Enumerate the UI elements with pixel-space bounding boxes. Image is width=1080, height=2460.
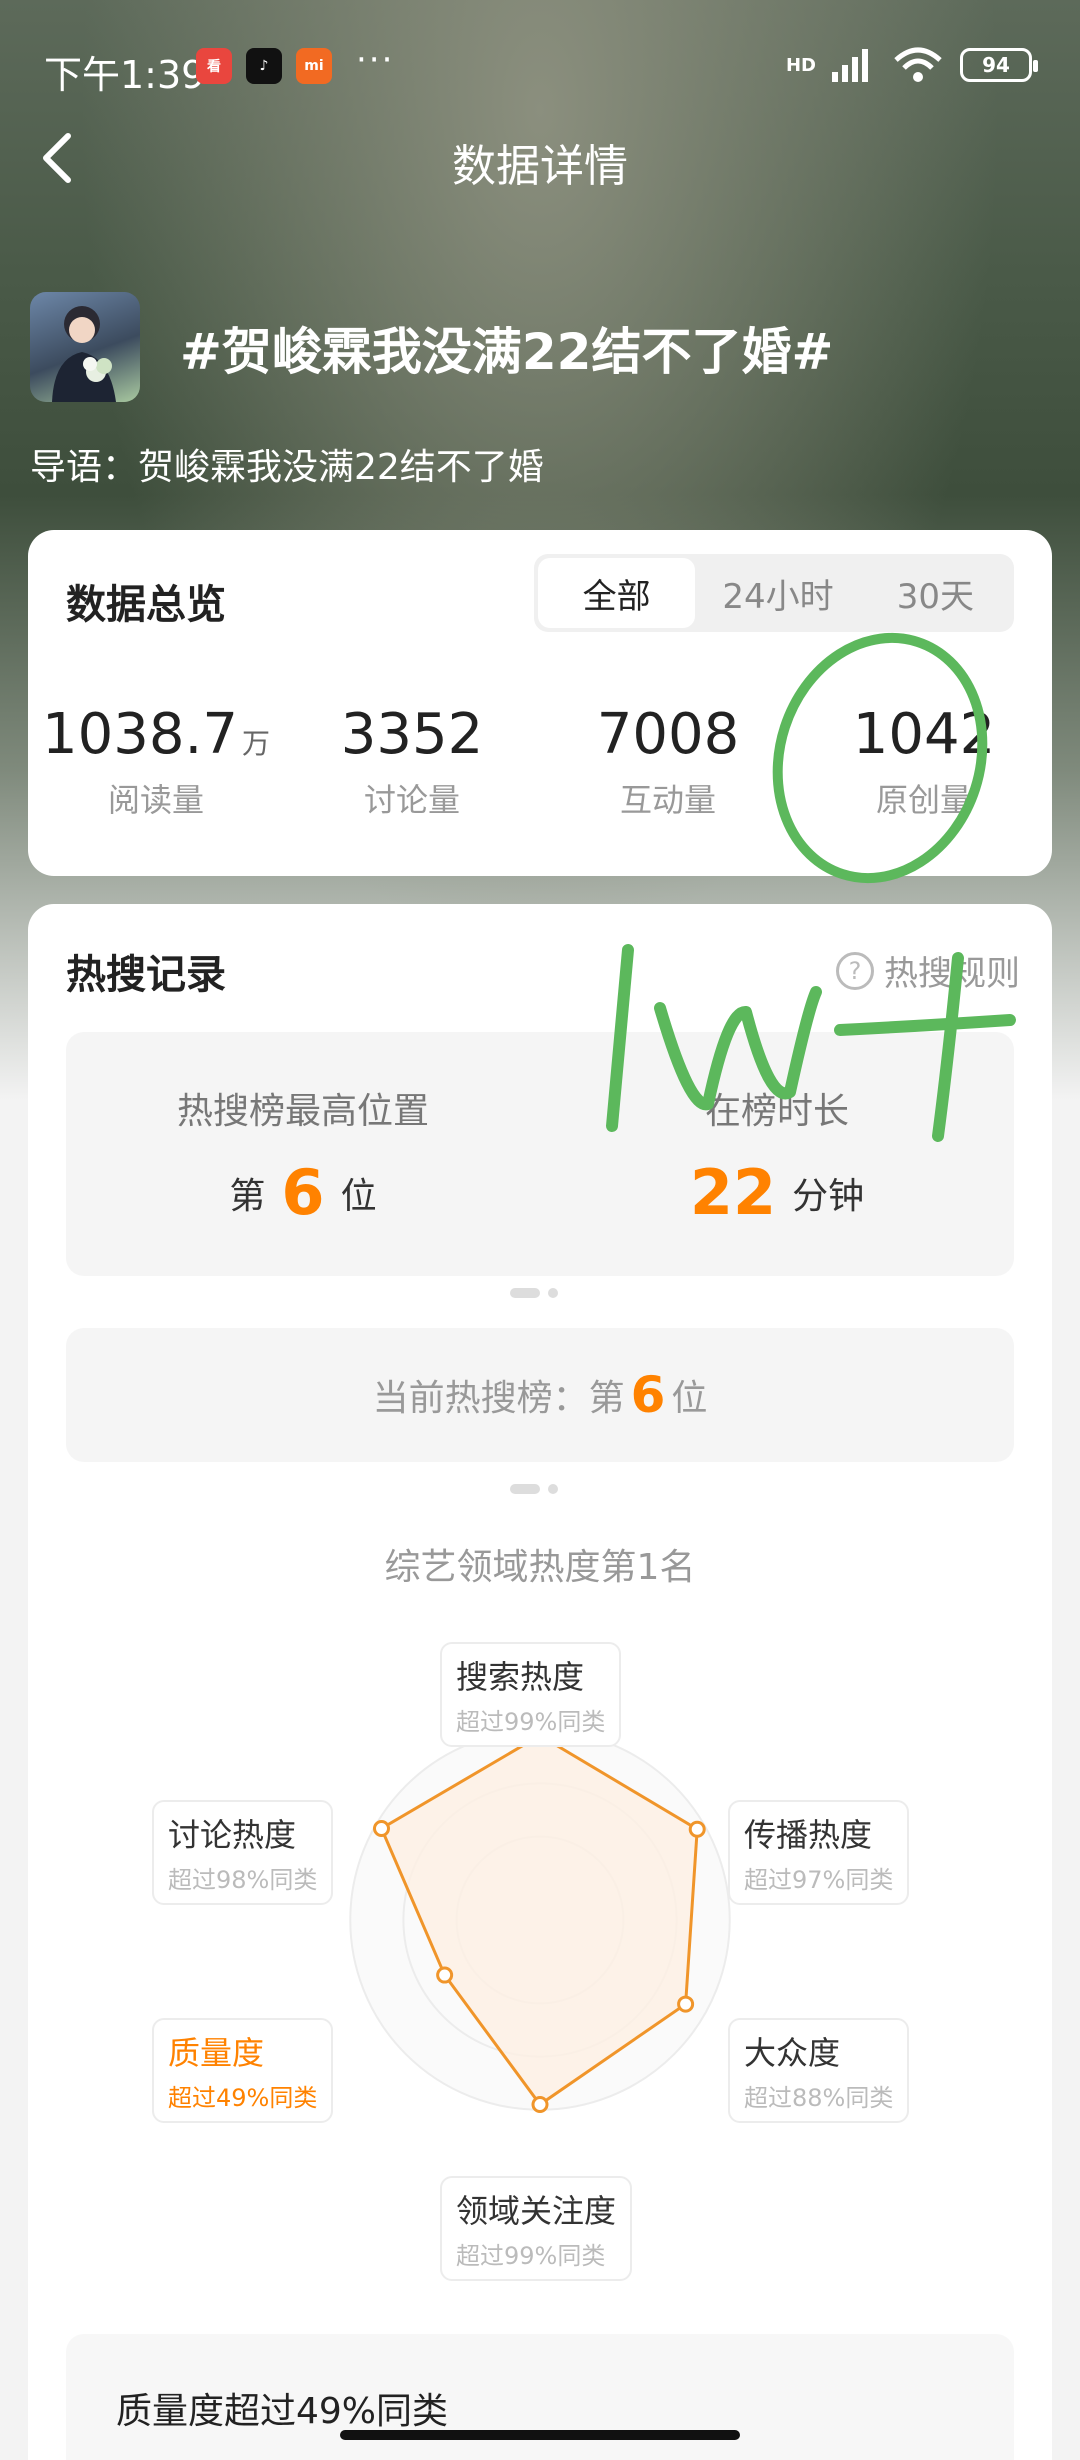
rank-suffix: 位 xyxy=(340,1176,377,1217)
current-suffix: 位 xyxy=(671,1378,708,1419)
stat-reads: 1038.7 万 阅读量 xyxy=(28,702,284,821)
topic-title: #贺峻霖我没满22结不了婚# xyxy=(180,323,834,381)
wifi-icon xyxy=(894,47,942,82)
radar-tag-mass: 大众度 超过88%同类 xyxy=(728,2018,910,2123)
radar-tag-quality: 质量度 超过49%同类 xyxy=(152,2018,334,2123)
radar-point xyxy=(436,1966,454,1984)
hot-search-rule-link[interactable]: ? 热搜规则 xyxy=(836,946,1020,995)
question-icon: ? xyxy=(836,951,874,990)
hot-search-card: 热搜记录 ? 热搜规则 热搜榜最高位置 第6位 在榜时长 22 分钟 当前热搜榜：… xyxy=(28,904,1052,2460)
radar-tag-spread: 传播热度 超过97%同类 xyxy=(728,1800,910,1905)
time-range-tabs: 全部 24小时 30天 xyxy=(534,554,1014,632)
on-list-duration: 在榜时长 22 分钟 xyxy=(540,1082,1014,1229)
domain-rank: 综艺领域热度第1名 xyxy=(384,1547,696,1588)
dimension-name: 传播热度 xyxy=(744,1816,873,1854)
overview-card: 数据总览 全部 24小时 30天 1038.7 万 阅读量 3352 讨论量 70… xyxy=(28,530,1052,876)
current-prefix: 当前热搜榜：第 xyxy=(372,1378,625,1419)
stat-label: 阅读量 xyxy=(107,781,204,819)
pager-dots xyxy=(510,1484,558,1494)
status-time: 下午1:39 xyxy=(44,53,206,97)
radar-point xyxy=(688,1820,706,1838)
more-notifications-icon: ··· xyxy=(356,40,395,80)
stat-discussions: 3352 讨论量 xyxy=(284,702,540,821)
current-rank-box[interactable]: 当前热搜榜：第 6 位 xyxy=(66,1328,1014,1462)
tab-all[interactable]: 全部 xyxy=(538,558,696,628)
mi-icon: mi xyxy=(296,48,332,84)
quality-summary: 质量度超过49%同类 xyxy=(116,2391,449,2432)
signal-icon xyxy=(832,49,868,82)
status-right: HD 94 xyxy=(785,46,1038,84)
tiktok-icon: ♪ xyxy=(246,48,282,84)
battery-level: 94 xyxy=(982,53,1010,77)
rank-summary-box[interactable]: 热搜榜最高位置 第6位 在榜时长 22 分钟 xyxy=(66,1032,1014,1276)
page-title: 数据详情 xyxy=(452,141,628,192)
radar-chart: 搜索热度 超过99%同类 传播热度 超过97%同类 大众度 超过88%同类 领域… xyxy=(28,1604,1052,2281)
current-value: 6 xyxy=(630,1366,666,1424)
quality-summary-box: 质量度超过49%同类 xyxy=(66,2334,1014,2460)
rank-value: 6 xyxy=(281,1156,325,1229)
stat-value: 1038.7 xyxy=(42,702,238,767)
dimension-name: 搜索热度 xyxy=(456,1658,585,1696)
tab-24h[interactable]: 24小时 xyxy=(699,554,856,632)
rule-label: 热搜规则 xyxy=(884,954,1020,994)
dimension-name: 讨论热度 xyxy=(168,1816,297,1854)
stat-label: 讨论量 xyxy=(363,781,460,819)
radar-point xyxy=(531,2096,549,2114)
hot-search-title: 热搜记录 xyxy=(66,952,226,998)
radar-point xyxy=(372,1819,390,1837)
dimension-name: 大众度 xyxy=(744,2034,841,2072)
radar-tag-discussion: 讨论热度 超过98%同类 xyxy=(152,1800,334,1905)
stat-label: 互动量 xyxy=(619,781,716,819)
topic-guide: 导语：贺峻霖我没满22结不了婚 xyxy=(30,447,544,488)
stat-value: 1042 xyxy=(852,702,996,767)
dimension-name: 领域关注度 xyxy=(456,2192,617,2230)
battery-icon: 94 xyxy=(960,48,1038,82)
dimension-desc: 超过88%同类 xyxy=(744,2084,894,2112)
stats-row: 1038.7 万 阅读量 3352 讨论量 7008 互动量 1042 原创量 xyxy=(28,702,1052,821)
radar-tag-search: 搜索热度 超过99%同类 xyxy=(440,1642,622,1747)
dimension-desc: 超过49%同类 xyxy=(168,2084,318,2112)
avatar-image xyxy=(52,306,116,402)
status-bar: 下午1:39 看 ♪ mi ··· HD 94 xyxy=(0,0,1080,130)
stat-value: 7008 xyxy=(596,702,740,767)
network-label: HD xyxy=(785,54,816,76)
dimension-desc: 超过99%同类 xyxy=(456,2242,606,2270)
pager-dots xyxy=(510,1288,558,1298)
overview-title: 数据总览 xyxy=(66,582,226,628)
topic-avatar[interactable] xyxy=(30,292,140,402)
stat-unit: 万 xyxy=(241,727,270,760)
stat-originals: 1042 原创量 xyxy=(796,702,1052,821)
highest-rank: 热搜榜最高位置 第6位 xyxy=(66,1082,540,1229)
wenzhang-app-icon: 看 xyxy=(196,48,232,84)
duration-label: 在榜时长 xyxy=(704,1091,849,1132)
radar-point xyxy=(677,1995,695,2013)
dimension-name: 质量度 xyxy=(168,2034,265,2072)
stat-interactions: 7008 互动量 xyxy=(540,702,796,821)
highest-rank-label: 热搜榜最高位置 xyxy=(176,1091,429,1132)
dimension-desc: 超过98%同类 xyxy=(168,1866,318,1894)
tab-30d[interactable]: 30天 xyxy=(857,554,1014,632)
rank-prefix: 第 xyxy=(229,1176,266,1217)
duration-value: 22 xyxy=(689,1156,777,1229)
stat-value: 3352 xyxy=(340,702,484,767)
stat-label: 原创量 xyxy=(875,781,972,819)
dimension-desc: 超过99%同类 xyxy=(456,1708,606,1736)
dimension-desc: 超过97%同类 xyxy=(744,1866,894,1894)
home-indicator xyxy=(340,2430,740,2440)
radar-tag-domain: 领域关注度 超过99%同类 xyxy=(440,2176,633,2281)
duration-suffix: 分钟 xyxy=(792,1176,865,1217)
